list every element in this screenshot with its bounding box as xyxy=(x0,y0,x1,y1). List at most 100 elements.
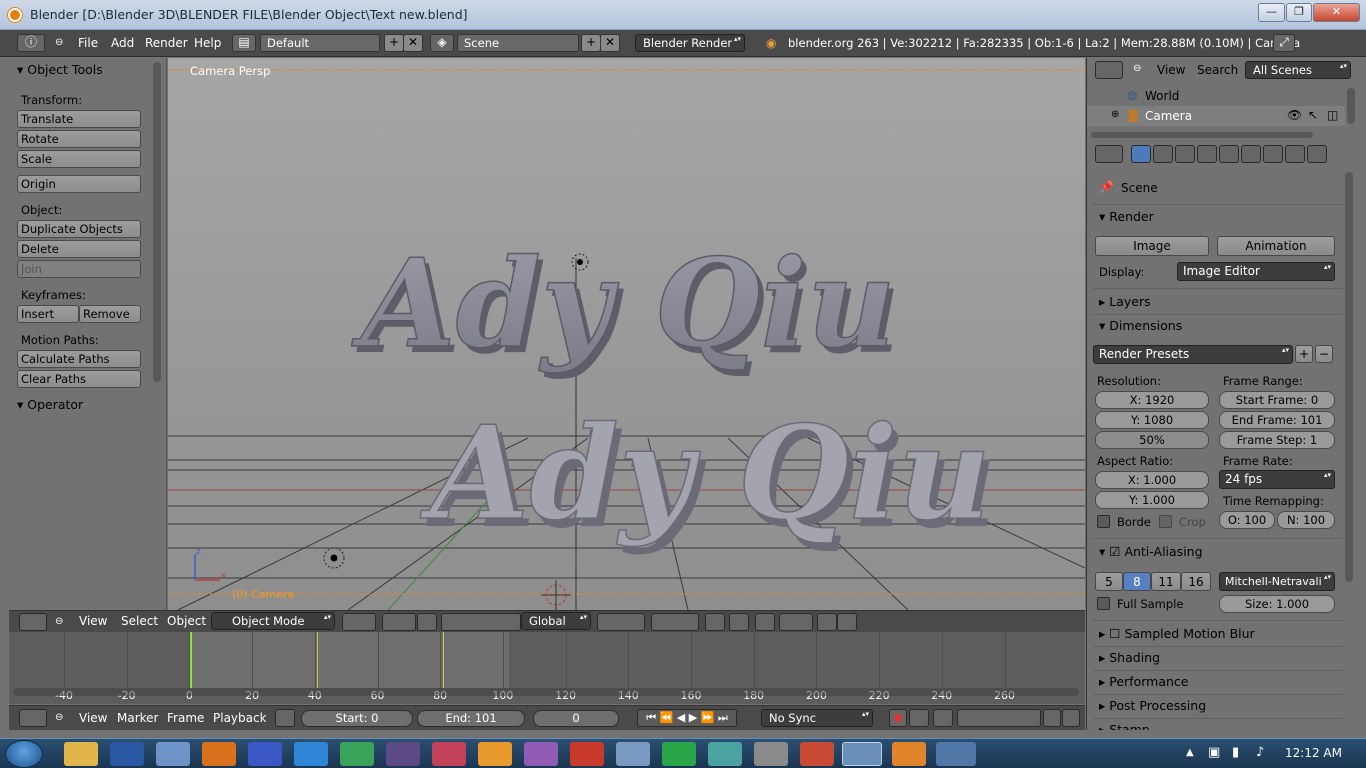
proportional-edit-icon[interactable] xyxy=(729,613,749,631)
app2-taskbar-icon[interactable] xyxy=(340,742,374,766)
network-icon[interactable]: ▣ xyxy=(1208,745,1220,760)
duplicate-objects-button[interactable]: Duplicate Objects xyxy=(17,220,141,238)
aa-samples-8[interactable]: 8 xyxy=(1123,572,1151,591)
menu-help[interactable]: Help xyxy=(194,36,221,50)
lock-layers-icon[interactable] xyxy=(705,613,725,631)
anti-aliasing-panel-header[interactable]: ▾ ☑ Anti-Aliasing xyxy=(1099,544,1203,559)
clear-paths-button[interactable]: Clear Paths xyxy=(17,370,141,388)
app5-taskbar-icon[interactable] xyxy=(570,742,604,766)
renderable-icon[interactable]: ◫ xyxy=(1327,108,1338,122)
viewport-menu-view[interactable]: View xyxy=(79,614,107,628)
app-taskbar-icon[interactable] xyxy=(248,742,282,766)
physics-context-icon[interactable] xyxy=(1307,145,1327,163)
render-opengl-anim-icon[interactable] xyxy=(837,613,857,631)
keying-set-field[interactable] xyxy=(957,709,1041,727)
keying-set-icon[interactable] xyxy=(933,709,953,727)
current-frame-field[interactable]: 0 xyxy=(533,710,619,727)
calculate-paths-button[interactable]: Calculate Paths xyxy=(17,350,141,368)
layers-grid-1-icon[interactable] xyxy=(597,613,645,631)
editor-type-outliner-icon[interactable] xyxy=(1095,61,1123,79)
screen-layout-field[interactable]: Default xyxy=(260,34,380,52)
end-frame-field[interactable]: End Frame: 101 xyxy=(1219,411,1335,429)
app7-taskbar-icon[interactable] xyxy=(708,742,742,766)
text-object-1[interactable]: Ady Qiu xyxy=(350,230,896,376)
resolution-x-field[interactable]: X: 1920 xyxy=(1095,391,1209,409)
menu-add[interactable]: Add xyxy=(111,36,134,50)
border-checkbox[interactable] xyxy=(1097,515,1110,528)
remove-keyframe-button[interactable]: Remove xyxy=(79,305,141,323)
render-presets-select[interactable]: Render Presets xyxy=(1093,345,1293,364)
render-animation-button[interactable]: Animation xyxy=(1217,236,1335,256)
insert-keyframe-button[interactable]: Insert xyxy=(17,305,79,323)
snap-element-icon[interactable] xyxy=(779,613,813,631)
taskbar-clock[interactable]: 12:12 AM xyxy=(1285,746,1342,760)
shading-mode-icon[interactable] xyxy=(342,613,376,631)
show-hidden-icons[interactable]: ▲ xyxy=(1186,747,1194,758)
app9-taskbar-icon[interactable] xyxy=(800,742,834,766)
app8-taskbar-icon[interactable] xyxy=(754,742,788,766)
text-object-2[interactable]: Ady Qiu xyxy=(419,398,991,550)
stamp-panel-header[interactable]: ▸ Stamp xyxy=(1099,722,1150,730)
post-processing-panel-header[interactable]: ▸ Post Processing xyxy=(1099,698,1206,713)
keying-icon[interactable] xyxy=(909,709,929,727)
editor-type-timeline-icon[interactable] xyxy=(19,709,47,727)
aa-samples-16[interactable]: 16 xyxy=(1181,572,1211,591)
sync-mode-select[interactable]: No Sync xyxy=(761,709,873,727)
add-scene-button[interactable]: + xyxy=(581,34,601,52)
display-select[interactable]: Image Editor xyxy=(1177,262,1335,281)
object-mode-select[interactable]: Object Mode xyxy=(211,612,335,630)
aspect-x-field[interactable]: X: 1.000 xyxy=(1095,471,1209,489)
insert-key-icon[interactable] xyxy=(1043,709,1061,727)
volume-icon[interactable]: ♪ xyxy=(1256,745,1264,760)
remap-old-field[interactable]: O: 100 xyxy=(1219,511,1275,529)
frame-rate-select[interactable]: 24 fps xyxy=(1219,470,1335,489)
aa-filter-select[interactable]: Mitchell-Netravali xyxy=(1219,572,1335,591)
battery-icon[interactable]: ▮ xyxy=(1232,745,1239,760)
add-layout-button[interactable]: + xyxy=(384,34,404,52)
texture-context-icon[interactable] xyxy=(1285,145,1305,163)
outliner-menu-view[interactable]: View xyxy=(1157,63,1185,77)
outliner-hscrollbar[interactable] xyxy=(1091,132,1313,138)
messenger-taskbar-icon[interactable] xyxy=(294,742,328,766)
playback-controls[interactable]: ⏮ ⏪ ◀ ▶ ⏩ ⏭ xyxy=(637,709,737,727)
menu-file[interactable]: File xyxy=(78,36,98,50)
snap-icon[interactable] xyxy=(755,613,775,631)
end-frame-field[interactable]: End: 101 xyxy=(417,710,525,727)
render-opengl-icon[interactable] xyxy=(817,613,837,631)
start-button[interactable] xyxy=(5,740,43,768)
add-preset-button[interactable]: + xyxy=(1295,345,1313,363)
remove-scene-button[interactable]: ✕ xyxy=(600,34,620,52)
collapse-menu-icon[interactable]: ⊖ xyxy=(55,616,63,627)
calculator-taskbar-icon[interactable] xyxy=(616,742,650,766)
transform-orientation-select[interactable]: Global xyxy=(521,612,591,630)
notes-taskbar-icon[interactable] xyxy=(156,742,190,766)
manipulator-toggle-icon[interactable] xyxy=(417,613,437,631)
layers-grid-2-icon[interactable] xyxy=(651,613,699,631)
frame-step-field[interactable]: Frame Step: 1 xyxy=(1219,431,1335,449)
minimize-button[interactable]: — xyxy=(1258,3,1285,22)
outliner-item-camera[interactable]: Camera xyxy=(1145,109,1192,123)
timeline-menu-marker[interactable]: Marker xyxy=(117,711,158,725)
remap-new-field[interactable]: N: 100 xyxy=(1277,511,1335,529)
scene-field[interactable]: Scene xyxy=(457,34,579,52)
render-image-button[interactable]: Image xyxy=(1095,236,1209,256)
after-effects-taskbar-icon[interactable] xyxy=(386,742,420,766)
menu-render[interactable]: Render xyxy=(145,36,188,50)
collapse-menu-icon[interactable]: ⊖ xyxy=(55,37,63,48)
app4-taskbar-icon[interactable] xyxy=(524,742,558,766)
full-sample-checkbox[interactable] xyxy=(1097,597,1110,610)
word-taskbar-icon[interactable] xyxy=(110,742,144,766)
aa-samples-11[interactable]: 11 xyxy=(1151,572,1181,591)
aa-samples-5[interactable]: 5 xyxy=(1095,572,1123,591)
editor-type-properties-icon[interactable] xyxy=(1095,145,1123,163)
constraints-context-icon[interactable] xyxy=(1241,145,1261,163)
render-engine-select[interactable]: Blender Render xyxy=(635,34,745,52)
blender-taskbar-icon[interactable] xyxy=(842,742,882,766)
start-frame-field[interactable]: Start: 0 xyxy=(301,710,413,727)
shading-panel-header[interactable]: ▸ Shading xyxy=(1099,650,1160,665)
crop-checkbox[interactable] xyxy=(1159,515,1172,528)
viewport-menu-select[interactable]: Select xyxy=(121,614,158,628)
render-panel-header[interactable]: ▾ Render xyxy=(1099,209,1154,224)
modifiers-context-icon[interactable] xyxy=(1263,145,1283,163)
translate-button[interactable]: Translate xyxy=(17,110,141,128)
